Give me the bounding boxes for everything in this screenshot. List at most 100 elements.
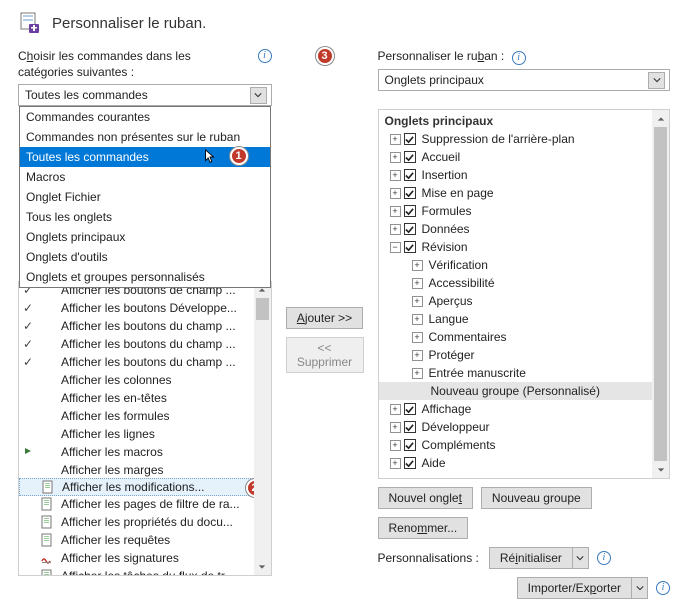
reset-button[interactable]: Réinitialiser — [489, 547, 589, 569]
info-icon[interactable]: i — [512, 51, 526, 65]
dropdown-item[interactable]: Commandes non présentes sur le ruban — [20, 127, 270, 147]
tree-item[interactable]: Nouveau groupe (Personnalisé) — [379, 382, 670, 400]
scroll-up-icon[interactable] — [652, 110, 669, 127]
tree-item[interactable]: +Développeur — [379, 418, 670, 436]
expander-icon[interactable]: + — [390, 152, 401, 163]
info-icon[interactable]: i — [258, 49, 272, 63]
tree-item[interactable]: +Accessibilité — [379, 274, 670, 292]
checkbox[interactable] — [404, 421, 416, 433]
checkbox[interactable] — [404, 223, 416, 235]
scroll-down-icon[interactable] — [652, 461, 669, 478]
expander-icon[interactable]: + — [390, 206, 401, 217]
checkbox[interactable] — [404, 133, 416, 145]
dropdown-item[interactable]: Onglets et groupes personnalisés — [20, 267, 270, 287]
dropdown-item[interactable]: Onglets principaux — [20, 227, 270, 247]
checkbox[interactable] — [404, 457, 416, 469]
expander-icon[interactable]: + — [390, 404, 401, 415]
chevron-down-icon[interactable] — [648, 72, 665, 89]
info-icon[interactable]: i — [656, 581, 670, 595]
checkbox[interactable] — [404, 403, 416, 415]
checkbox[interactable] — [404, 169, 416, 181]
expander-icon[interactable]: + — [412, 296, 423, 307]
category-dropdown[interactable]: Commandes courantesCommandes non présent… — [19, 106, 271, 288]
chevron-down-icon[interactable] — [572, 548, 588, 568]
commands-list[interactable]: ✓Afficher les boutons de champ ...✓Affic… — [18, 281, 272, 576]
dropdown-item[interactable]: Tous les onglets — [20, 207, 270, 227]
expander-icon[interactable]: + — [412, 260, 423, 271]
expander-icon[interactable]: + — [412, 350, 423, 361]
chevron-down-icon[interactable] — [631, 578, 647, 598]
command-item[interactable]: Afficher les requêtes — [19, 531, 271, 549]
command-item[interactable]: Afficher les modifications...2 — [19, 478, 271, 496]
command-item[interactable]: Afficher les en-têtes — [19, 389, 271, 407]
command-item[interactable]: Afficher les marges — [19, 461, 271, 479]
scroll-thumb[interactable] — [256, 298, 269, 320]
expander-icon[interactable]: + — [412, 314, 423, 325]
tree-item[interactable]: +Insertion — [379, 166, 670, 184]
command-item[interactable]: Afficher les signatures — [19, 549, 271, 567]
info-icon[interactable]: i — [597, 551, 611, 565]
tree-item[interactable]: +Accueil — [379, 148, 670, 166]
tree-item[interactable]: +Entrée manuscrite — [379, 364, 670, 382]
add-button[interactable]: Ajouter >> — [286, 307, 363, 329]
expander-icon[interactable]: + — [412, 368, 423, 379]
checkbox[interactable] — [404, 439, 416, 451]
tree-item[interactable]: +Formules — [379, 202, 670, 220]
scrollbar[interactable] — [254, 281, 271, 575]
scroll-down-icon[interactable] — [254, 558, 271, 575]
ribbon-select[interactable]: Onglets principaux — [378, 69, 671, 91]
remove-button[interactable]: << Supprimer — [286, 337, 364, 373]
tree-item[interactable]: +Commentaires — [379, 328, 670, 346]
tree-item[interactable]: +Vérification — [379, 256, 670, 274]
scroll-thumb[interactable] — [654, 127, 667, 461]
rename-button[interactable]: Renommer... — [378, 517, 469, 539]
tree-item[interactable]: +Données — [379, 220, 670, 238]
tree-item[interactable]: +Langue — [379, 310, 670, 328]
command-item[interactable]: ✓Afficher les boutons du champ ... — [19, 317, 271, 335]
tree-item[interactable]: +Aide — [379, 454, 670, 472]
checkbox[interactable] — [404, 187, 416, 199]
expander-icon[interactable]: + — [390, 224, 401, 235]
expander-icon[interactable]: + — [390, 458, 401, 469]
command-item[interactable]: Afficher les pages de filtre de ra... — [19, 495, 271, 513]
new-group-button[interactable]: Nouveau groupe — [481, 487, 592, 509]
dropdown-item[interactable]: Commandes courantes — [20, 107, 270, 127]
import-export-button[interactable]: Importer/Exporter — [517, 577, 648, 599]
checkbox[interactable] — [404, 151, 416, 163]
command-item[interactable]: Afficher les formules — [19, 407, 271, 425]
dropdown-item[interactable]: Toutes les commandes1 — [20, 147, 270, 167]
tree-item[interactable]: +Mise en page — [379, 184, 670, 202]
new-tab-button[interactable]: Nouvel onglet — [378, 487, 473, 509]
command-item[interactable]: Afficher les propriétés du docu... — [19, 513, 271, 531]
command-item[interactable]: ✓Afficher les boutons du champ ... — [19, 353, 271, 371]
expander-icon[interactable]: + — [390, 440, 401, 451]
checkbox[interactable] — [404, 241, 416, 253]
category-select[interactable]: Toutes les commandes Commandes courantes… — [18, 84, 272, 106]
scrollbar[interactable] — [652, 110, 669, 478]
command-item[interactable]: Afficher les macros — [19, 443, 271, 461]
expander-icon[interactable]: + — [390, 422, 401, 433]
scroll-track[interactable] — [254, 298, 271, 558]
expander-icon[interactable]: + — [390, 134, 401, 145]
command-item[interactable]: Afficher les lignes — [19, 425, 271, 443]
dropdown-item[interactable]: Macros — [20, 167, 270, 187]
tree-item[interactable]: +Affichage — [379, 400, 670, 418]
expander-icon[interactable]: − — [390, 242, 401, 253]
expander-icon[interactable]: + — [412, 332, 423, 343]
dropdown-item[interactable]: Onglet Fichier — [20, 187, 270, 207]
tree-item[interactable]: +Aperçus — [379, 292, 670, 310]
command-item[interactable]: Afficher les tâches du flux de tr... — [19, 567, 271, 576]
chevron-down-icon[interactable] — [250, 87, 267, 104]
ribbon-tree[interactable]: Onglets principaux +Suppression de l'arr… — [378, 109, 671, 479]
command-item[interactable]: Afficher les colonnes — [19, 371, 271, 389]
tree-item[interactable]: −Révision — [379, 238, 670, 256]
checkbox[interactable] — [404, 205, 416, 217]
scroll-track[interactable] — [652, 127, 669, 461]
tree-item[interactable]: +Suppression de l'arrière-plan — [379, 130, 670, 148]
command-item[interactable]: ✓Afficher les boutons Développe... — [19, 299, 271, 317]
expander-icon[interactable]: + — [412, 278, 423, 289]
expander-icon[interactable]: + — [390, 188, 401, 199]
tree-item[interactable]: +Compléments — [379, 436, 670, 454]
tree-item[interactable]: +Protéger — [379, 346, 670, 364]
dropdown-item[interactable]: Onglets d'outils — [20, 247, 270, 267]
